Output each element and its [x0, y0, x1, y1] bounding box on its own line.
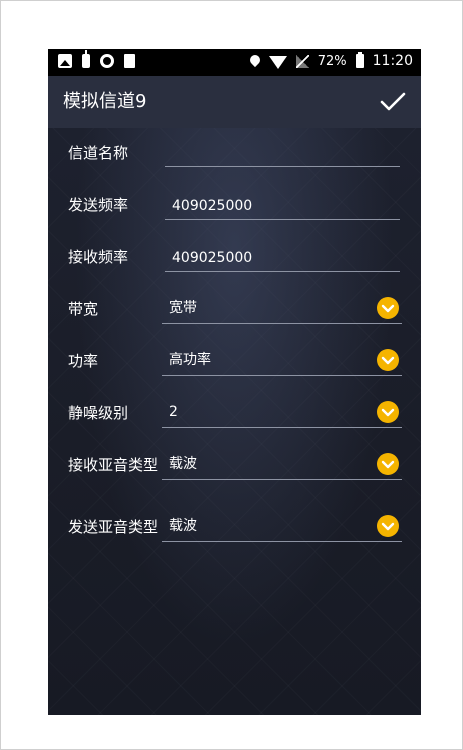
- rx-frequency-value: 409025000: [172, 250, 253, 266]
- phone-screen: 72% 11:20 模拟信道9 信道名称 发送频率 409025000 接收频率…: [48, 49, 421, 715]
- walkie-talkie-icon: [82, 50, 90, 68]
- wifi-icon: [268, 55, 287, 69]
- rx-subaudio-type-select[interactable]: 载波: [162, 451, 402, 480]
- bandwidth-select[interactable]: 宽带: [162, 295, 402, 324]
- rx-subaudio-type-value: 载波: [169, 456, 197, 472]
- status-bar: 72% 11:20: [48, 49, 421, 76]
- battery-charging-icon: [355, 52, 364, 68]
- squelch-level-label: 静噪级别: [68, 404, 129, 422]
- disc-icon: [100, 54, 114, 68]
- squelch-level-value: 2: [169, 404, 178, 420]
- bandwidth-value: 宽带: [169, 300, 197, 316]
- battery-percent: 72%: [317, 53, 347, 69]
- screenshot-frame: 72% 11:20 模拟信道9 信道名称 发送频率 409025000 接收频率…: [0, 0, 463, 750]
- power-label: 功率: [68, 352, 99, 370]
- image-icon: [58, 54, 72, 68]
- app-toolbar: 模拟信道9: [48, 76, 421, 128]
- chevron-down-icon: [377, 453, 399, 475]
- chevron-down-icon: [377, 401, 399, 423]
- location-icon: [247, 52, 262, 68]
- chevron-down-icon: [377, 297, 399, 319]
- power-select[interactable]: 高功率: [162, 347, 402, 376]
- status-bar-system: 72% 11:20: [247, 52, 413, 69]
- tx-frequency-value: 409025000: [172, 198, 253, 214]
- no-signal-icon: [295, 54, 309, 68]
- tx-frequency-label: 发送频率: [68, 196, 129, 214]
- rx-subaudio-type-label: 接收亚音类型: [68, 456, 159, 474]
- document-icon: [124, 54, 135, 68]
- check-icon: [380, 92, 406, 111]
- power-value: 高功率: [169, 352, 211, 368]
- channel-name-input[interactable]: [165, 140, 400, 167]
- squelch-level-select[interactable]: 2: [162, 399, 402, 428]
- tx-subaudio-type-select[interactable]: 载波: [162, 513, 402, 542]
- tx-frequency-input[interactable]: 409025000: [165, 193, 400, 220]
- chevron-down-icon: [377, 515, 399, 537]
- tx-subaudio-type-value: 载波: [169, 518, 197, 534]
- chevron-down-icon: [377, 349, 399, 371]
- status-bar-notifications: [58, 50, 135, 68]
- clock: 11:20: [372, 53, 413, 69]
- rx-frequency-input[interactable]: 409025000: [165, 245, 400, 272]
- page-title: 模拟信道9: [63, 91, 147, 112]
- confirm-button[interactable]: [379, 88, 407, 116]
- rx-frequency-label: 接收频率: [68, 248, 129, 266]
- tx-subaudio-type-label: 发送亚音类型: [68, 518, 159, 536]
- bandwidth-label: 带宽: [68, 300, 99, 318]
- channel-name-label: 信道名称: [68, 144, 129, 162]
